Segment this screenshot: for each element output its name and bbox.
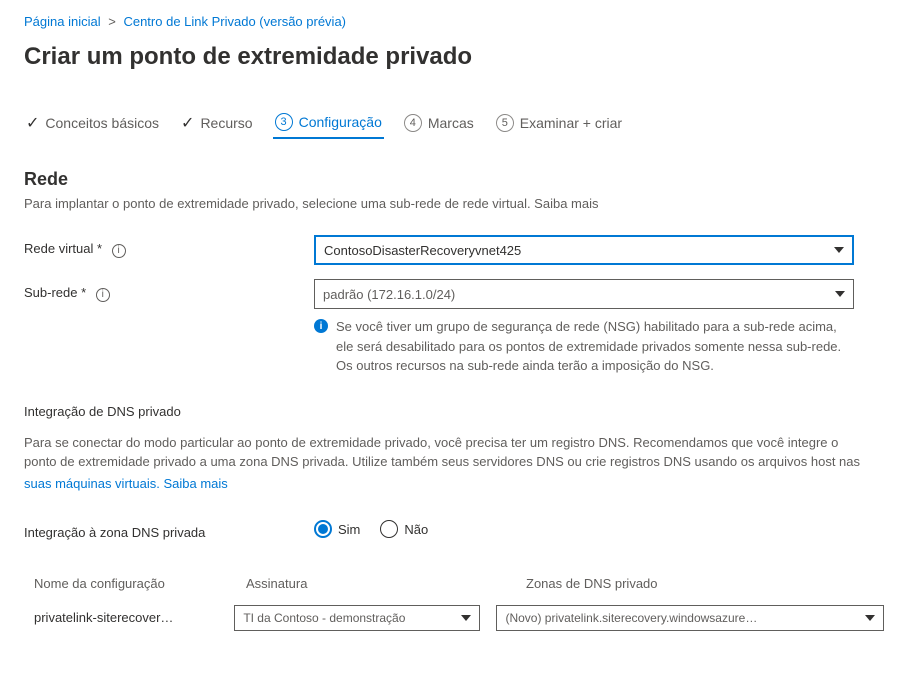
- breadcrumb-home[interactable]: Página inicial: [24, 14, 101, 29]
- table-row: privatelink-siterecover… TI da Contoso -…: [34, 599, 884, 637]
- info-icon: i: [314, 319, 328, 333]
- tab-label: Configuração: [299, 114, 382, 130]
- radio-no[interactable]: Não: [380, 520, 428, 538]
- tab-tags[interactable]: 4 Marcas: [402, 108, 476, 138]
- subnet-value: padrão (172.16.1.0/24): [323, 287, 455, 302]
- tab-basics[interactable]: ✓ Conceitos básicos: [24, 107, 161, 139]
- radio-no-label: Não: [404, 522, 428, 537]
- col-subscription: Assinatura: [246, 576, 526, 591]
- breadcrumb-separator: >: [108, 14, 116, 29]
- dns-description: Para se conectar do modo particular ao p…: [24, 433, 874, 472]
- nsg-info-block: i Se você tiver um grupo de segurança de…: [314, 317, 854, 376]
- radio-yes-label: Sim: [338, 522, 360, 537]
- subnet-select[interactable]: padrão (172.16.1.0/24): [314, 279, 854, 309]
- tab-label: Examinar + criar: [520, 115, 622, 131]
- info-icon[interactable]: i: [112, 244, 126, 258]
- check-icon: ✓: [181, 113, 194, 133]
- subscription-select[interactable]: TI da Contoso - demonstração: [234, 605, 480, 631]
- tab-resource[interactable]: ✓ Recurso: [179, 107, 255, 139]
- tab-configuration[interactable]: 3 Configuração: [273, 107, 384, 139]
- step-number-icon: 5: [496, 114, 514, 132]
- col-dns-zone: Zonas de DNS privado: [526, 576, 884, 591]
- chevron-down-icon: [834, 247, 844, 253]
- vnet-label: Rede virtual * i: [24, 235, 314, 258]
- subnet-label: Sub-rede * i: [24, 279, 314, 302]
- nsg-info-text: Se você tiver um grupo de segurança de r…: [336, 317, 854, 376]
- tab-label: Marcas: [428, 115, 474, 131]
- vnet-select[interactable]: ContosoDisasterRecoveryvnet425: [314, 235, 854, 265]
- network-heading: Rede: [24, 169, 874, 190]
- dns-heading: Integração de DNS privado: [24, 404, 874, 419]
- col-config-name: Nome da configuração: [34, 576, 246, 591]
- info-icon[interactable]: i: [96, 288, 110, 302]
- dns-integration-label: Integração à zona DNS privada: [24, 519, 314, 540]
- radio-yes[interactable]: Sim: [314, 520, 360, 538]
- tab-label: Recurso: [200, 115, 252, 131]
- page-title: Criar um ponto de extremidade privado: [24, 43, 874, 71]
- dns-integration-radio-group: Sim Não: [314, 520, 874, 538]
- breadcrumb-center[interactable]: Centro de Link Privado (versão prévia): [123, 14, 346, 29]
- step-number-icon: 4: [404, 114, 422, 132]
- check-icon: ✓: [26, 113, 39, 133]
- dns-zones-table: Nome da configuração Assinatura Zonas de…: [34, 568, 884, 637]
- tab-label: Conceitos básicos: [45, 115, 159, 131]
- tab-review[interactable]: 5 Examinar + criar: [494, 108, 624, 138]
- chevron-down-icon: [835, 291, 845, 297]
- chevron-down-icon: [461, 615, 471, 621]
- dns-learn-more-link[interactable]: suas máquinas virtuais. Saiba mais: [24, 476, 874, 491]
- table-header: Nome da configuração Assinatura Zonas de…: [34, 568, 884, 599]
- config-name-cell: privatelink-siterecover…: [34, 610, 234, 625]
- wizard-tabs: ✓ Conceitos básicos ✓ Recurso 3 Configur…: [24, 107, 874, 139]
- step-number-icon: 3: [275, 113, 293, 131]
- dns-zone-value: (Novo) privatelink.siterecovery.windowsa…: [505, 611, 757, 625]
- subscription-value: TI da Contoso - demonstração: [243, 611, 405, 625]
- network-description: Para implantar o ponto de extremidade pr…: [24, 196, 874, 211]
- dns-zone-select[interactable]: (Novo) privatelink.siterecovery.windowsa…: [496, 605, 884, 631]
- vnet-value: ContosoDisasterRecoveryvnet425: [324, 243, 521, 258]
- chevron-down-icon: [865, 615, 875, 621]
- breadcrumb: Página inicial > Centro de Link Privado …: [24, 14, 874, 29]
